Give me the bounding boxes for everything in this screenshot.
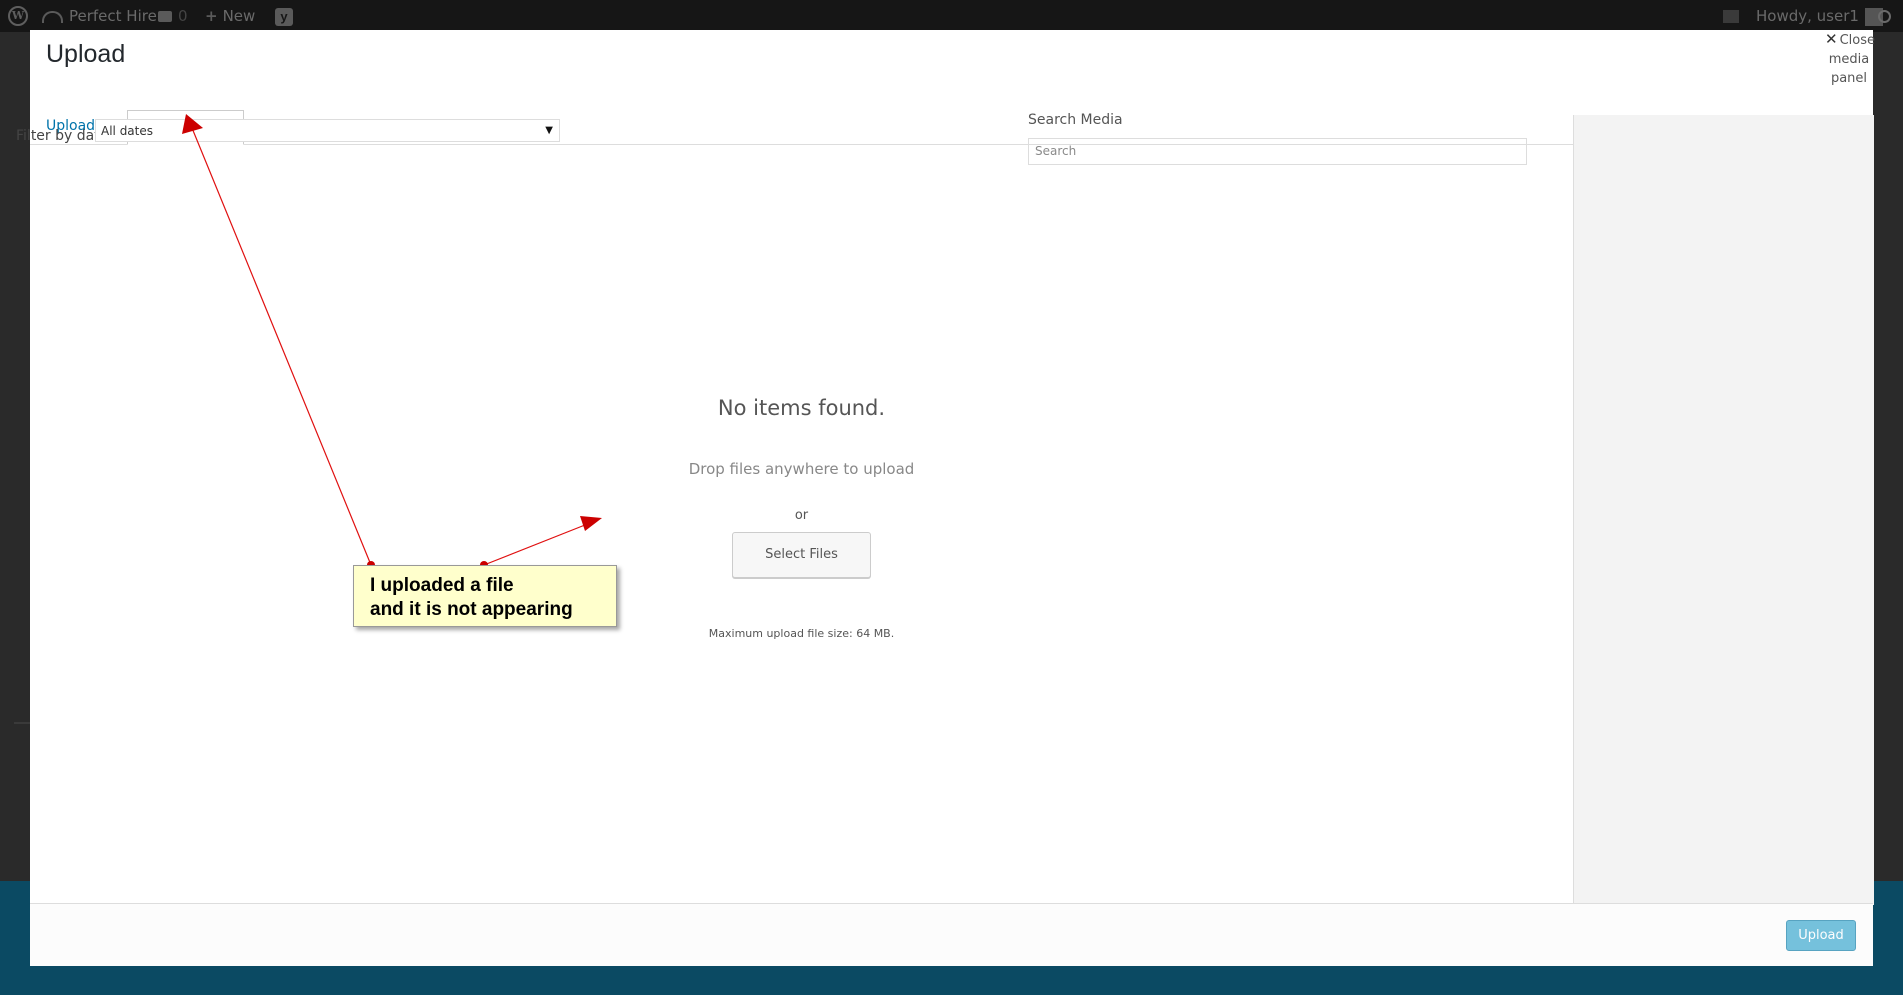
yoast-icon: y (275, 7, 293, 26)
site-name-link[interactable]: Perfect Hire (42, 0, 157, 32)
backdrop-divider (14, 722, 30, 724)
plus-icon: + (205, 7, 218, 25)
close-label-line2: media (1828, 52, 1870, 67)
search-icon (1878, 10, 1891, 23)
date-filter-select[interactable]: All dates ▼ (95, 119, 560, 142)
admin-bar: W Perfect Hire 0 + New y Howdy, user1 (0, 0, 1903, 32)
notification-icon (1723, 10, 1739, 23)
new-label: New (222, 7, 256, 25)
search-media-label: Search Media (1028, 112, 1123, 128)
comments-link[interactable]: 0 (158, 0, 188, 32)
max-upload-size: Maximum upload file size: 64 MB. (708, 627, 895, 640)
yoast-seo-link[interactable]: y (275, 0, 293, 32)
comment-icon (158, 11, 172, 22)
site-name: Perfect Hire (69, 7, 157, 25)
date-filter-value: All dates (101, 124, 154, 138)
upload-button[interactable]: Upload (1786, 920, 1856, 951)
close-icon: ✕ (1825, 30, 1838, 48)
modal-toolbar-footer: Upload (30, 903, 1873, 966)
search-media-input[interactable]: Search (1028, 138, 1527, 165)
drop-files-instructions: Drop files anywhere to upload (688, 460, 915, 478)
annotation-text: I uploaded a file and it is not appearin… (370, 574, 573, 622)
annotation-line1: I uploaded a file (370, 575, 514, 596)
modal-title: Upload (46, 40, 126, 68)
no-items-message: No items found. (717, 396, 886, 420)
select-files-button[interactable]: Select Files (732, 532, 871, 578)
attachment-details-sidebar (1573, 115, 1874, 905)
greeting: Howdy, user1 (1756, 7, 1859, 25)
dropdown-arrow-icon: ▼ (545, 125, 553, 136)
admin-search-button[interactable] (1878, 0, 1891, 32)
close-label-line1: Close (1839, 33, 1875, 48)
my-account-link[interactable]: Howdy, user1 (1756, 0, 1883, 32)
page-backdrop-right (1873, 30, 1903, 881)
annotation-line2: and it is not appearing (370, 599, 573, 620)
wordpress-icon[interactable]: W (8, 6, 28, 26)
media-modal: Upload ✕Close media panel Upload Files M… (30, 30, 1875, 965)
annotation-callout: I uploaded a file and it is not appearin… (353, 565, 617, 627)
or-separator: or (794, 508, 809, 523)
new-content-link[interactable]: + New (205, 0, 255, 32)
comments-count: 0 (178, 7, 188, 25)
close-media-panel-button[interactable]: ✕ Close media panel (1825, 30, 1875, 88)
page-backdrop-left (0, 30, 30, 881)
notifications-link[interactable] (1723, 0, 1739, 32)
dashboard-icon (42, 10, 63, 23)
